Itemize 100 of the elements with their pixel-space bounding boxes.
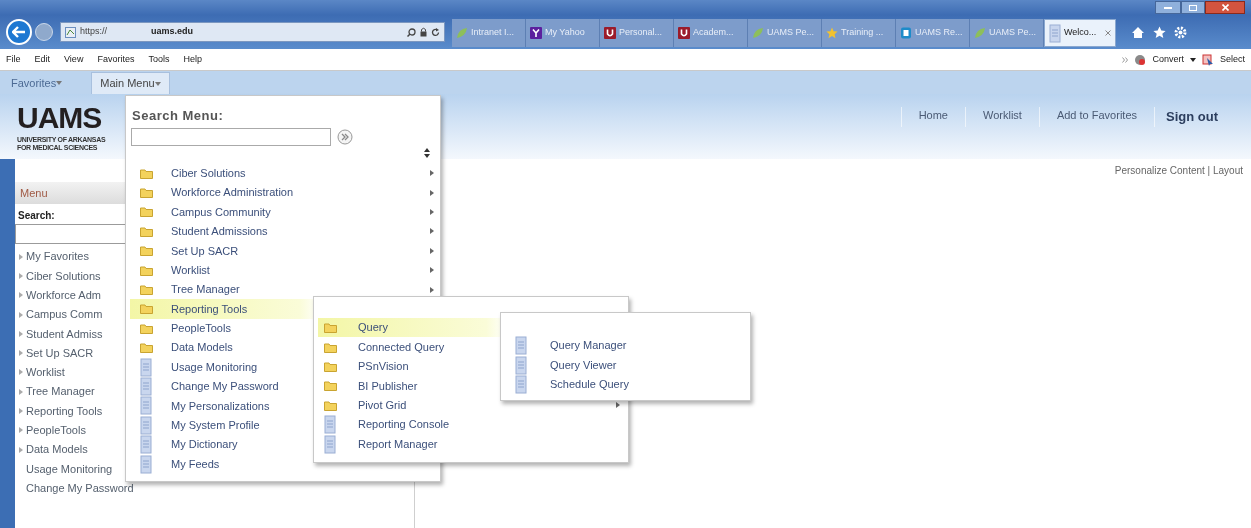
folder-icon — [140, 225, 153, 237]
u-square-icon — [678, 27, 690, 39]
personalize-links[interactable]: Personalize Content | Layout — [1114, 163, 1243, 178]
url-text: uams.edu — [151, 25, 194, 39]
header-link[interactable]: Home — [900, 107, 965, 127]
page-icon — [65, 26, 76, 38]
leaf-icon — [752, 27, 764, 39]
header-link[interactable]: Worklist — [965, 107, 1039, 127]
expand-arrow-icon[interactable] — [19, 427, 23, 434]
menu-item[interactable]: Query Viewer — [505, 355, 733, 375]
expand-arrow-icon[interactable] — [19, 408, 23, 414]
address-bar[interactable]: https:// uams.edu — [60, 22, 445, 42]
sidebar-link[interactable]: Change My Password — [26, 479, 134, 497]
folder-icon — [140, 167, 153, 179]
menu-item[interactable]: My Feeds — [130, 454, 438, 474]
close-icon[interactable] — [1105, 30, 1111, 36]
document-icon — [515, 374, 527, 394]
sidebar-link[interactable]: Workforce Adm — [26, 287, 101, 304]
sidebar-link[interactable]: Tree Manager — [26, 383, 95, 400]
menu-tab[interactable]: Favorites — [10, 72, 64, 94]
menu-item[interactable]: Schedule Query — [505, 374, 733, 395]
sidebar-link[interactable]: My Favorites — [26, 248, 89, 265]
forward-button[interactable] — [35, 23, 53, 41]
sidebar-link[interactable]: Reporting Tools — [26, 402, 103, 420]
expand-arrow-icon[interactable] — [19, 311, 23, 318]
search-go-icon[interactable] — [337, 128, 353, 145]
document-icon — [140, 396, 152, 416]
expand-arrow-icon[interactable] — [19, 272, 23, 279]
document-icon — [515, 355, 527, 375]
menu-item[interactable]: Tools — [148, 52, 170, 67]
page-icon — [900, 27, 912, 39]
back-button[interactable] — [6, 19, 32, 45]
document-icon — [140, 415, 152, 435]
menu-item[interactable]: Edit — [34, 52, 51, 67]
leaf-icon — [456, 27, 468, 39]
scroll-arrows-icon[interactable] — [424, 147, 430, 158]
expand-arrow-icon[interactable] — [19, 388, 23, 395]
menu-tab[interactable]: Main Menu — [91, 72, 170, 94]
expand-arrow-icon[interactable] — [19, 292, 23, 299]
document-icon — [140, 357, 152, 377]
settings-icon[interactable] — [1174, 25, 1187, 39]
menu-item[interactable]: Reporting Console — [318, 414, 624, 435]
caret-icon[interactable] — [1190, 57, 1196, 62]
document-icon — [1049, 23, 1061, 43]
header-link[interactable]: Add to Favorites — [1038, 107, 1154, 127]
expand-arrow-icon[interactable] — [19, 446, 23, 453]
menu-item[interactable]: Pivot Grid — [318, 395, 624, 415]
menu-item[interactable]: Set Up SACR — [130, 241, 438, 261]
menu-item[interactable]: Report Manager — [318, 434, 624, 454]
sidebar-link[interactable]: Usage Monitoring — [26, 460, 113, 478]
folder-icon — [324, 380, 337, 392]
submenu-arrow-icon — [430, 189, 434, 196]
favorites-star-icon[interactable] — [1153, 25, 1166, 39]
folder-icon — [324, 399, 337, 411]
sidebar-link[interactable]: Ciber Solutions — [26, 267, 101, 285]
menu-item[interactable]: File — [6, 52, 21, 67]
sidebar-link[interactable]: Campus Comm — [26, 306, 103, 323]
header-link[interactable]: Sign out — [1154, 107, 1229, 127]
menu-search-field[interactable] — [131, 127, 331, 146]
menu-item[interactable]: Help — [183, 52, 202, 67]
convert-icon — [1134, 53, 1147, 66]
home-icon[interactable] — [1131, 25, 1145, 39]
sidebar-link[interactable]: Worklist — [26, 364, 65, 381]
folder-icon — [324, 360, 337, 372]
submenu-arrow-icon — [430, 208, 434, 215]
menu-item[interactable]: Tree Manager — [130, 279, 438, 300]
menu-item[interactable]: View — [64, 52, 84, 67]
folder-icon — [140, 264, 153, 276]
y-square-icon — [530, 27, 542, 39]
browser-tab[interactable]: Welco... — [1044, 19, 1116, 47]
folder-icon — [140, 284, 153, 296]
refresh-icon[interactable] — [431, 27, 440, 37]
caret-icon — [56, 81, 63, 85]
sidebar-link[interactable]: Data Models — [26, 441, 88, 458]
submenu-arrow-icon — [616, 402, 620, 409]
submenu-arrow-icon — [430, 170, 434, 177]
expand-arrow-icon[interactable] — [19, 350, 23, 357]
star-icon — [826, 27, 838, 39]
convert-button[interactable]: Convert — [1152, 52, 1184, 67]
submenu-arrow-icon — [430, 247, 434, 254]
expand-arrow-icon[interactable] — [19, 369, 23, 376]
chevron-icon[interactable] — [1122, 56, 1129, 63]
leaf-icon — [974, 27, 986, 39]
window-controls-drawing[interactable] — [1155, 1, 1245, 14]
expand-arrow-icon[interactable] — [19, 330, 23, 337]
search-label: Search: — [17, 209, 56, 223]
sidebar-link[interactable]: Set Up SACR — [26, 344, 94, 362]
menu-item[interactable]: Student Admissions — [130, 221, 438, 242]
menu-item[interactable]: Favorites — [97, 52, 135, 67]
menu-item[interactable]: Query Manager — [505, 336, 733, 356]
sidebar-link[interactable]: Student Admiss — [26, 325, 103, 343]
menu-item[interactable]: Worklist — [130, 260, 438, 280]
document-icon — [515, 336, 527, 356]
sidebar-link[interactable]: PeopleTools — [26, 422, 86, 439]
logo-text: UAMS — [17, 104, 102, 132]
menu-item[interactable]: Ciber Solutions — [130, 163, 438, 183]
select-button[interactable]: Select — [1220, 52, 1245, 67]
expand-arrow-icon[interactable] — [19, 253, 23, 260]
search-icon[interactable] — [407, 27, 416, 37]
menu-item[interactable]: Campus Community — [130, 202, 438, 222]
